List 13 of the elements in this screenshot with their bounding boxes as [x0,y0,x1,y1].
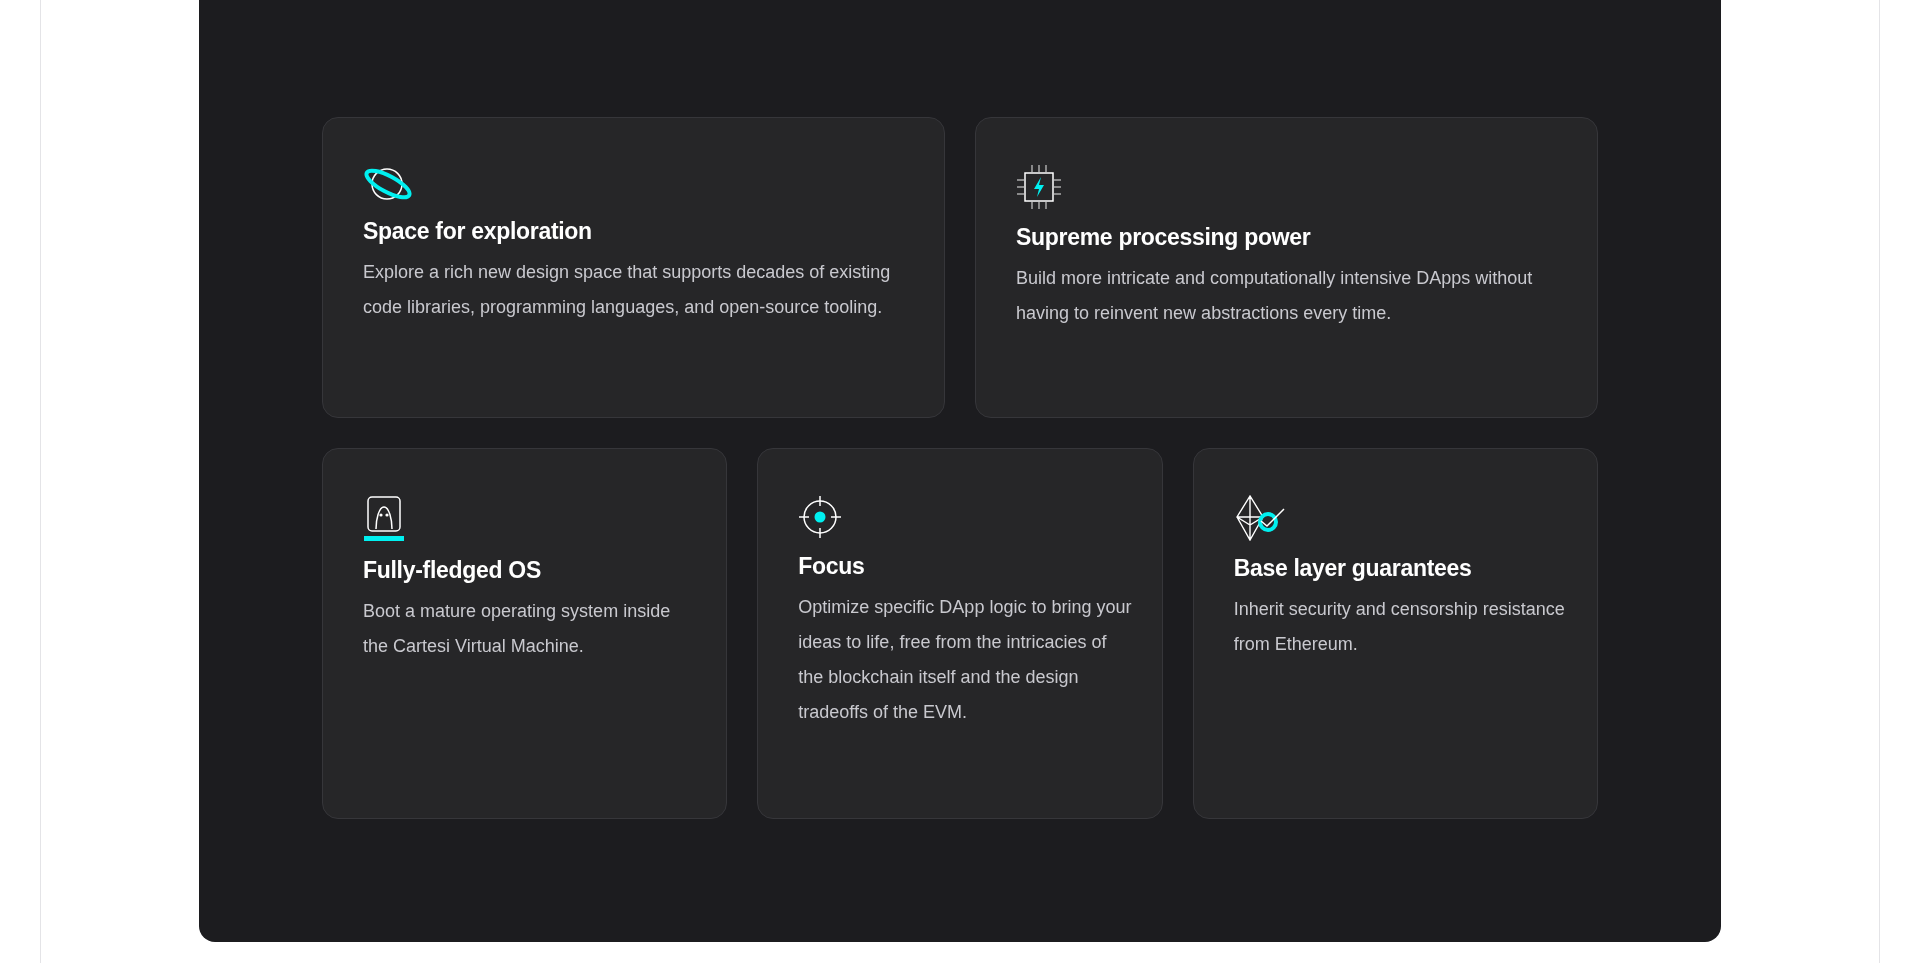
chip-icon [1016,164,1062,210]
feature-title: Focus [798,553,866,580]
feature-title: Space for exploration [363,218,593,245]
crosshair-icon [798,495,843,539]
feature-title: Base layer guarantees [1233,555,1473,582]
feature-description: Explore a rich new design space that supports decades of existing code libraries, programming languages, and open-source tooling. [363,261,892,319]
feature-description: Build more intricate and computationally intensive DApps without having to reinvent new abstractions every time. [1016,267,1534,325]
ethereum-check-icon [1233,495,1286,541]
feature-title: Fully-fledged OS [363,557,542,584]
feature-title: Supreme processing power [1016,224,1312,251]
feature-description: Inherit security and censorship resistance from Ethereum. [1233,598,1566,656]
feature-description: Boot a mature operating system inside the Cartesi Virtual Machine. [363,600,672,658]
feature-description: Optimize specific DApp logic to bring your ideas to life, free from the intricacies of the blockchain itself and the design tradeoffs of the EVM. [798,596,1133,724]
